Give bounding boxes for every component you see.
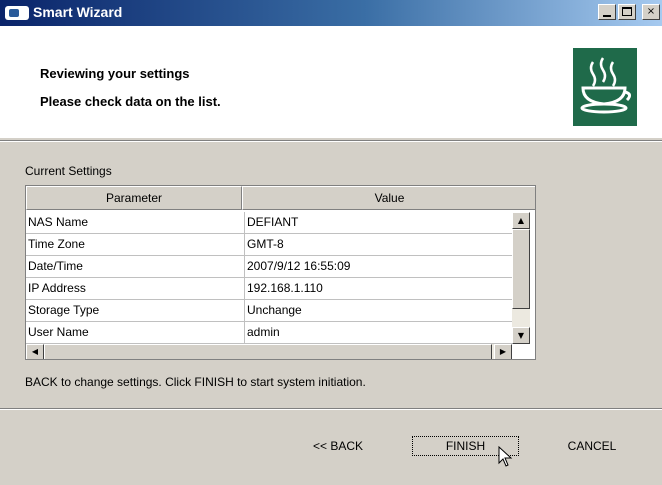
table-row[interactable]: Time Zone GMT-8 (26, 234, 512, 256)
close-button[interactable]: × (642, 4, 660, 20)
cell-value: 2007/9/12 16:55:09 (244, 256, 509, 278)
settings-table[interactable]: Parameter Value NAS Name DEFIANT Time Zo… (25, 185, 536, 360)
header-divider (0, 140, 662, 142)
app-icon (5, 6, 29, 20)
scroll-left-icon: ◀ (31, 347, 39, 356)
cell-parameter: Date/Time (28, 259, 83, 273)
vertical-scrollbar[interactable]: ▲ ▼ (512, 212, 530, 344)
cell-parameter: NAS Name (28, 215, 89, 229)
maximize-icon (622, 7, 632, 16)
teacup-logo-icon (573, 48, 637, 126)
scroll-right-icon: ▶ (499, 347, 507, 356)
table-row[interactable]: IP Address 192.168.1.110 (26, 278, 512, 300)
scroll-right-button[interactable]: ▶ (494, 344, 512, 359)
scroll-up-button[interactable]: ▲ (512, 212, 530, 229)
column-header-parameter[interactable]: Parameter (26, 186, 242, 210)
scroll-down-button[interactable]: ▼ (512, 327, 530, 344)
cell-parameter: Storage Type (28, 303, 100, 317)
cell-parameter: IP Address (28, 281, 86, 295)
page-heading: Reviewing your settings (40, 66, 190, 81)
table-row[interactable]: Date/Time 2007/9/12 16:55:09 (26, 256, 512, 278)
scroll-left-button[interactable]: ◀ (26, 344, 44, 359)
vertical-scroll-thumb[interactable] (512, 229, 530, 309)
maximize-button[interactable] (618, 4, 636, 20)
cell-parameter: User Name (28, 325, 89, 339)
minimize-button[interactable] (598, 4, 616, 20)
cell-parameter: Time Zone (28, 237, 85, 251)
cell-value: admin (244, 322, 509, 344)
instruction-text: BACK to change settings. Click FINISH to… (25, 375, 366, 389)
horizontal-scrollbar[interactable]: ◀ ▶ (26, 344, 512, 359)
minimize-icon (603, 15, 611, 17)
cell-value: GMT-8 (244, 234, 509, 256)
wizard-header: Reviewing your settings Please check dat… (0, 26, 662, 138)
smart-wizard-window: Smart Wizard × Reviewing your settings P… (0, 0, 662, 485)
cell-value: DEFIANT (244, 212, 509, 234)
page-subheading: Please check data on the list. (40, 94, 221, 109)
back-button[interactable]: << BACK (298, 433, 378, 459)
title-bar[interactable]: Smart Wizard × (0, 0, 662, 26)
table-row[interactable]: NAS Name DEFIANT (26, 212, 512, 234)
current-settings-label: Current Settings (25, 164, 112, 178)
scroll-up-icon: ▲ (517, 216, 525, 225)
cancel-button[interactable]: CANCEL (552, 433, 632, 459)
table-row[interactable]: User Name admin (26, 322, 512, 344)
scroll-down-icon: ▼ (517, 331, 525, 340)
footer-divider (0, 408, 662, 410)
table-row[interactable]: Storage Type Unchange (26, 300, 512, 322)
cell-value: Unchange (244, 300, 509, 322)
window-title: Smart Wizard (33, 4, 123, 20)
column-header-value[interactable]: Value (242, 186, 535, 210)
horizontal-scroll-thumb[interactable] (44, 344, 492, 359)
cell-value: 192.168.1.110 (244, 278, 509, 300)
close-icon: × (646, 6, 656, 17)
